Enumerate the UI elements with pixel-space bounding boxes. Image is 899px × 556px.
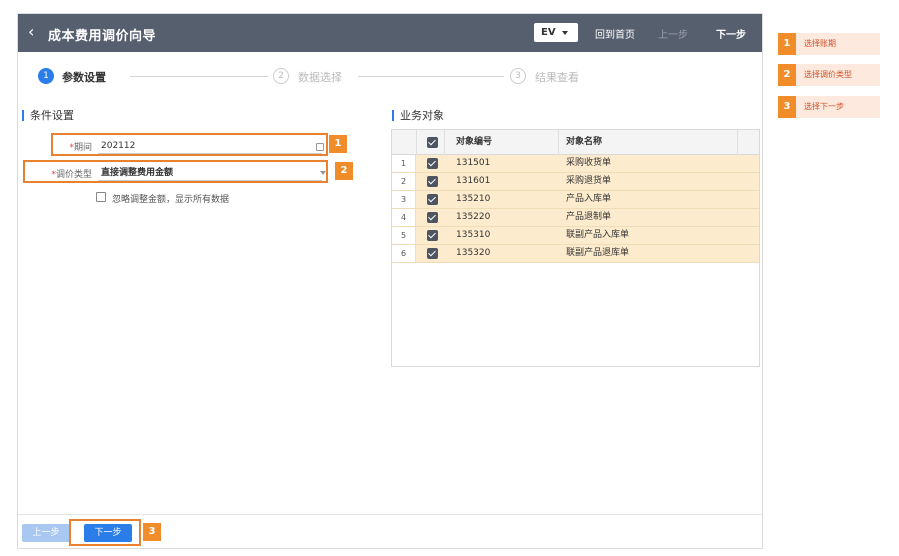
footer-divider xyxy=(18,514,762,515)
step-connector xyxy=(130,76,268,77)
row-name: 采购退货单 xyxy=(566,176,612,186)
row-index: 4 xyxy=(392,209,416,226)
row-checkbox[interactable] xyxy=(427,158,438,169)
row-checkbox[interactable] xyxy=(427,212,438,223)
back-chevron-icon[interactable]: ‹ xyxy=(28,22,34,42)
row-index: 6 xyxy=(392,245,416,262)
home-link[interactable]: 回到首页 xyxy=(595,26,635,41)
caret-down-icon xyxy=(562,31,568,35)
step-3-label: 结果查看 xyxy=(535,71,579,84)
badge-2: 2 xyxy=(335,162,353,180)
row-index: 2 xyxy=(392,173,416,190)
step-3-circle: 3 xyxy=(510,68,526,84)
table-row[interactable]: 3 135210 产品入库单 xyxy=(392,191,759,209)
table-row[interactable]: 2 131601 采购退货单 xyxy=(392,173,759,191)
highlight-next-button xyxy=(69,519,141,546)
ignore-adjustment-checkbox[interactable] xyxy=(96,192,106,202)
conditions-heading: 条件设置 xyxy=(22,110,74,121)
badge-3: 3 xyxy=(143,523,161,541)
table-row[interactable]: 6 135320 联副产品退库单 xyxy=(392,245,759,263)
row-name: 联副产品退库单 xyxy=(566,248,630,258)
row-code: 135320 xyxy=(456,248,491,258)
table-row[interactable]: 4 135220 产品退制单 xyxy=(392,209,759,227)
ev-dropdown-button[interactable]: EV xyxy=(534,23,578,42)
column-header-name: 对象名称 xyxy=(566,137,603,147)
row-name: 产品入库单 xyxy=(566,194,612,204)
step-connector xyxy=(358,76,504,77)
row-name: 产品退制单 xyxy=(566,212,612,222)
step-2-circle: 2 xyxy=(273,68,289,84)
ignore-adjustment-label: 忽略调整金额，显示所有数据 xyxy=(112,195,230,205)
column-divider xyxy=(416,130,417,155)
table-row[interactable]: 1 131501 采购收货单 xyxy=(392,155,759,173)
row-checkbox[interactable] xyxy=(427,230,438,241)
callout-2: 2 选择调价类型 xyxy=(778,64,880,86)
column-divider xyxy=(737,130,738,155)
app-root: ‹ 成本费用调价向导 EV 回到首页 上一步 下一步 1 参数设置 2 数据选择… xyxy=(0,0,899,556)
callout-text: 选择下一步 xyxy=(804,102,844,111)
objects-table: 对象编号 对象名称 1 131501 采购收货单 2 131601 采购退货单 … xyxy=(391,129,760,367)
row-name: 采购收货单 xyxy=(566,158,612,168)
highlight-period xyxy=(51,133,328,156)
row-code: 135220 xyxy=(456,212,491,222)
badge-1: 1 xyxy=(329,135,347,153)
callout-text: 选择账期 xyxy=(804,39,836,48)
row-index: 1 xyxy=(392,155,416,172)
row-checkbox[interactable] xyxy=(427,194,438,205)
callout-number: 3 xyxy=(778,96,796,118)
window-title: 成本费用调价向导 xyxy=(48,29,157,44)
titlebar-prev-link[interactable]: 上一步 xyxy=(658,26,688,41)
ev-label: EV xyxy=(541,27,556,38)
row-code: 131501 xyxy=(456,158,491,168)
column-header-code: 对象编号 xyxy=(456,137,493,147)
table-row[interactable]: 5 135310 联副产品入库单 xyxy=(392,227,759,245)
step-2-label: 数据选择 xyxy=(298,71,342,84)
prev-step-button[interactable]: 上一步 xyxy=(22,524,70,542)
title-bar: ‹ 成本费用调价向导 EV 回到首页 上一步 下一步 xyxy=(18,14,762,52)
objects-heading: 业务对象 xyxy=(392,110,444,121)
wizard-window: ‹ 成本费用调价向导 EV 回到首页 上一步 下一步 1 参数设置 2 数据选择… xyxy=(17,13,763,549)
titlebar-next-link[interactable]: 下一步 xyxy=(716,26,746,41)
column-divider xyxy=(444,130,445,155)
highlight-price-type xyxy=(23,160,328,183)
row-code: 135210 xyxy=(456,194,491,204)
row-code: 131601 xyxy=(456,176,491,186)
step-1-label: 参数设置 xyxy=(62,71,106,84)
row-index: 5 xyxy=(392,227,416,244)
row-checkbox[interactable] xyxy=(427,248,438,259)
row-checkbox[interactable] xyxy=(427,176,438,187)
callout-3: 3 选择下一步 xyxy=(778,96,880,118)
column-divider xyxy=(558,130,559,155)
select-all-checkbox[interactable] xyxy=(427,137,438,148)
callout-1: 1 选择账期 xyxy=(778,33,880,55)
callout-number: 1 xyxy=(778,33,796,55)
callout-text: 选择调价类型 xyxy=(804,70,852,79)
step-1-circle: 1 xyxy=(38,68,54,84)
row-name: 联副产品入库单 xyxy=(566,230,630,240)
row-code: 135310 xyxy=(456,230,491,240)
callout-number: 2 xyxy=(778,64,796,86)
table-header: 对象编号 对象名称 xyxy=(392,130,759,155)
row-index: 3 xyxy=(392,191,416,208)
